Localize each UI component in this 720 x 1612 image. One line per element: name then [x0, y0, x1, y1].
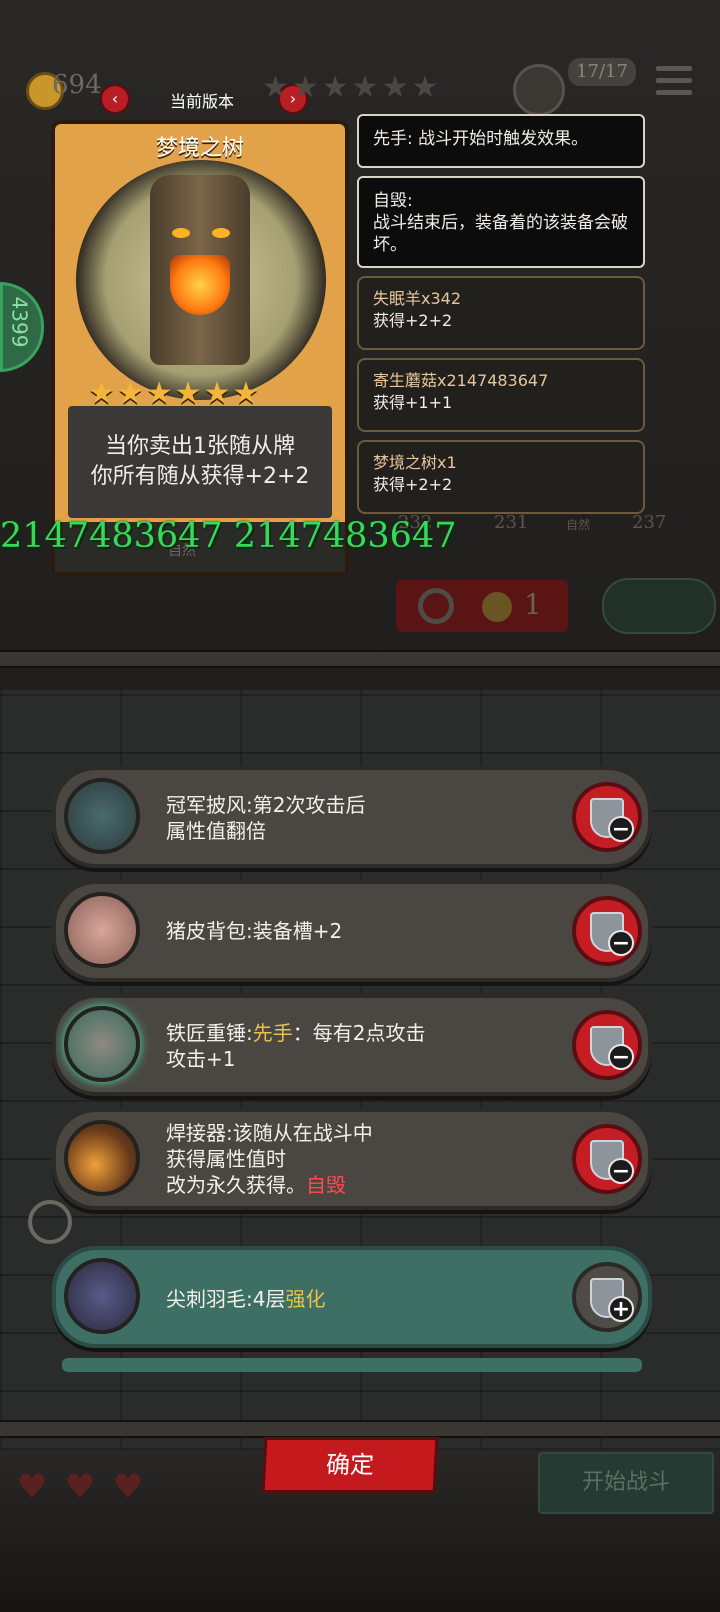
next-equipment-row-edge — [62, 1358, 642, 1372]
behind-tag: 自然 — [566, 518, 591, 532]
card-stars: ★★★★★★ — [88, 376, 262, 411]
tooltip-title: 自毁: — [373, 191, 413, 211]
remove-equipment-button[interactable]: − — [572, 1010, 642, 1080]
tree-mouth — [170, 255, 230, 315]
search-icon[interactable] — [28, 1200, 72, 1244]
blacksmith-hammer-icon — [64, 1006, 140, 1082]
menu-icon[interactable] — [656, 66, 692, 100]
tooltip-text: 战斗结束后，装备着的该装备会破坏。 — [373, 213, 628, 255]
equipment-description: 铁匠重锤:先手：每有2点攻击 攻击+1 — [166, 1021, 426, 1071]
card-desc-line: 你所有随从获得+2+2 — [90, 464, 310, 489]
life-heart-icon: ♥ — [16, 1467, 48, 1507]
equipment-description: 焊接器:该随从在战斗中 获得属性值时 改为永久获得。自毁 — [166, 1121, 373, 1197]
life-heart-icon: ♥ — [64, 1467, 96, 1507]
frame-divider — [0, 650, 720, 668]
champion-cloak-icon — [64, 778, 140, 854]
buff-source: 失眠羊x342 — [373, 289, 462, 308]
search-button[interactable] — [602, 578, 716, 634]
player-avatar[interactable] — [513, 64, 565, 116]
card-title: 梦境之树 — [155, 136, 244, 161]
refresh-cost: 1 — [524, 588, 542, 621]
prev-version-button[interactable]: ‹ — [100, 84, 130, 114]
buff-entry: 失眠羊x342 获得+2+2 — [357, 276, 645, 350]
tree-eye — [172, 228, 190, 238]
start-battle-button[interactable]: 开始战斗 — [538, 1452, 714, 1514]
buff-source: 寄生蘑菇x2147483647 — [373, 371, 549, 390]
shop-level-stars: ★★★★★★ — [262, 70, 442, 105]
confirm-button[interactable]: 确定 — [264, 1440, 436, 1490]
equipment-description: 尖刺羽毛:4层强化 — [166, 1287, 326, 1311]
spike-feather-icon — [64, 1258, 140, 1334]
tooltip-text: 先手: 战斗开始时触发效果。 — [373, 129, 589, 149]
coin-count: 694 — [52, 70, 102, 100]
card-stats: 2147483647 2147483647 — [0, 516, 457, 556]
equipment-row-pigskin-backpack[interactable] — [52, 880, 652, 982]
remove-equipment-button[interactable]: − — [572, 896, 642, 966]
card-description: 当你卖出1张随从牌 你所有随从获得+2+2 — [68, 406, 332, 518]
frame-divider — [0, 1420, 720, 1438]
buff-gain: 获得+1+1 — [373, 393, 453, 412]
refresh-icon — [418, 588, 454, 624]
first-strike-tooltip: 先手: 战斗开始时触发效果。 — [357, 114, 645, 168]
buff-gain: 获得+2+2 — [373, 311, 453, 330]
equipment-description: 猪皮背包:装备槽+2 — [166, 919, 343, 943]
equipment-description: 冠军披风:第2次攻击后 属性值翻倍 — [166, 793, 366, 843]
pigskin-backpack-icon — [64, 892, 140, 968]
card-desc-line: 当你卖出1张随从牌 — [105, 434, 295, 459]
life-heart-icon: ♥ — [112, 1467, 144, 1507]
coin-icon — [482, 592, 512, 622]
version-label: 当前版本 — [170, 92, 235, 111]
equipment-row-spike-feather[interactable] — [52, 1246, 652, 1348]
behind-stat: 237 — [632, 512, 667, 533]
side-unit-number: 4399 — [7, 296, 32, 348]
remove-equipment-button[interactable]: − — [572, 782, 642, 852]
behind-stat: 231 — [494, 512, 529, 533]
buff-entry: 梦境之树x1 获得+2+2 — [357, 440, 645, 514]
welder-icon — [64, 1120, 140, 1196]
buff-source: 梦境之树x1 — [373, 453, 457, 472]
remove-equipment-button[interactable]: − — [572, 1124, 642, 1194]
add-equipment-button[interactable]: + — [572, 1262, 642, 1332]
unit-count-badge: 17/17 — [568, 58, 636, 86]
tree-eye — [212, 228, 230, 238]
self-destruct-tooltip: 自毁: 战斗结束后，装备着的该装备会破坏。 — [357, 176, 645, 268]
buff-gain: 获得+2+2 — [373, 475, 453, 494]
buff-entry: 寄生蘑菇x2147483647 获得+1+1 — [357, 358, 645, 432]
